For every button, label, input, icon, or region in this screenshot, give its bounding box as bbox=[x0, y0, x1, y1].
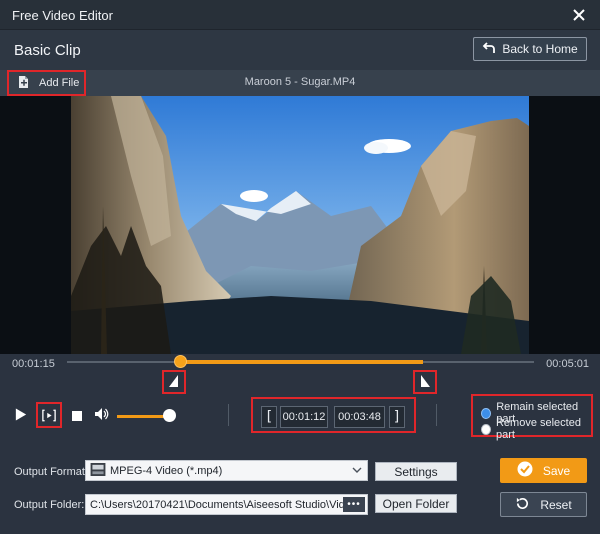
current-time: 00:01:15 bbox=[12, 358, 55, 370]
output-folder-label: Output Folder: bbox=[14, 499, 85, 511]
output-folder-path: C:\Users\20170421\Documents\Aiseesoft St… bbox=[90, 498, 358, 511]
end-time-field[interactable]: 00:03:48 bbox=[334, 406, 385, 428]
start-time-field[interactable]: 00:01:12 bbox=[280, 406, 328, 428]
video-preview-area bbox=[0, 96, 600, 354]
chevron-down-icon bbox=[352, 465, 362, 475]
remove-selected-label: Remove selected part bbox=[495, 417, 581, 441]
output-format-select[interactable]: MPEG-4 Video (*.mp4) bbox=[85, 460, 368, 481]
close-icon[interactable] bbox=[570, 6, 588, 24]
playback-controls: [ 00:01:12 00:03:48 ] Remain selected pa… bbox=[0, 394, 600, 444]
remove-selected-option[interactable]: Remove selected part bbox=[481, 417, 591, 441]
header: Basic Clip Back to Home bbox=[0, 30, 600, 70]
set-start-button[interactable]: [ bbox=[261, 406, 277, 428]
stop-icon[interactable] bbox=[72, 410, 82, 424]
divider bbox=[436, 404, 437, 426]
file-name: Maroon 5 - Sugar.MP4 bbox=[244, 76, 356, 88]
clip-mode-group: Remain selected part Remove selected par… bbox=[471, 394, 593, 441]
set-end-button[interactable]: ] bbox=[389, 406, 405, 428]
settings-button[interactable]: Settings bbox=[375, 462, 457, 481]
back-arrow-icon bbox=[482, 41, 496, 58]
volume-slider-track[interactable] bbox=[117, 415, 169, 418]
total-duration: 00:05:01 bbox=[546, 358, 589, 370]
output-format-value: MPEG-4 Video (*.mp4) bbox=[110, 464, 223, 477]
reset-button[interactable]: Reset bbox=[500, 492, 587, 517]
save-button[interactable]: Save bbox=[500, 458, 587, 483]
open-folder-button[interactable]: Open Folder bbox=[375, 494, 457, 513]
back-to-home-button[interactable]: Back to Home bbox=[473, 37, 587, 61]
clip-range-group: [ 00:01:12 00:03:48 ] bbox=[251, 397, 416, 433]
clip-segment-icon[interactable] bbox=[36, 402, 62, 428]
video-preview-frame bbox=[71, 96, 529, 354]
reset-icon bbox=[515, 496, 530, 514]
back-to-home-label: Back to Home bbox=[502, 42, 578, 56]
divider bbox=[228, 404, 229, 426]
file-bar: Add File Maroon 5 - Sugar.MP4 bbox=[0, 70, 600, 96]
reset-label: Reset bbox=[540, 497, 572, 512]
volume-slider-handle[interactable] bbox=[162, 409, 176, 422]
start-marker-icon bbox=[167, 374, 181, 391]
save-label: Save bbox=[542, 463, 571, 478]
app-title: Free Video Editor bbox=[12, 8, 113, 23]
output-format-label: Output Format: bbox=[14, 466, 88, 478]
timeline: 00:01:15 00:05:01 bbox=[0, 354, 600, 396]
title-bar: Free Video Editor bbox=[0, 0, 600, 30]
browse-folder-button[interactable]: ••• bbox=[343, 497, 365, 512]
volume-icon[interactable] bbox=[94, 407, 110, 424]
output-folder-field[interactable]: C:\Users\20170421\Documents\Aiseesoft St… bbox=[85, 494, 368, 515]
timeline-selection bbox=[180, 360, 423, 364]
page-title: Basic Clip bbox=[14, 42, 81, 59]
playhead-handle[interactable] bbox=[174, 355, 188, 368]
output-settings: Output Format: MPEG-4 Video (*.mp4) Sett… bbox=[0, 452, 600, 534]
play-icon[interactable] bbox=[15, 407, 27, 425]
checkmark-icon bbox=[517, 461, 533, 480]
remove-selected-radio[interactable] bbox=[481, 423, 491, 435]
end-marker-icon bbox=[418, 374, 432, 391]
end-marker-handle[interactable] bbox=[412, 370, 437, 394]
start-marker-handle[interactable] bbox=[162, 370, 187, 394]
video-format-icon bbox=[90, 462, 106, 479]
